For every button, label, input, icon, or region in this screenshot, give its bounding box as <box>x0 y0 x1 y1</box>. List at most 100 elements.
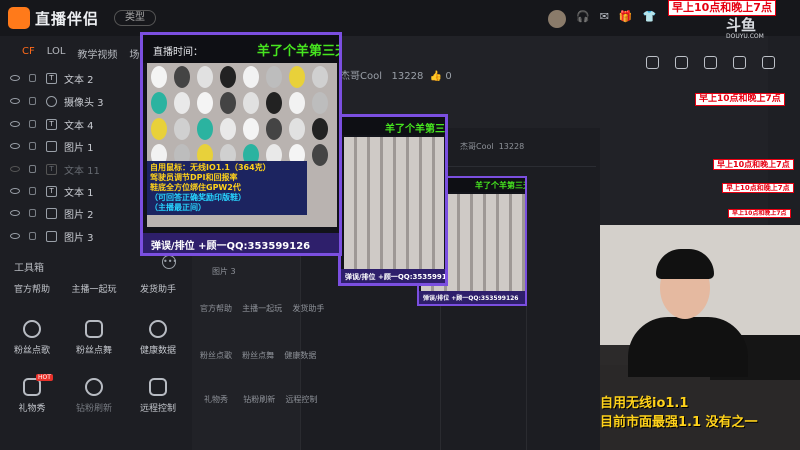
mouse-product <box>243 92 259 114</box>
mouse-product <box>151 66 167 88</box>
eye-off-icon[interactable] <box>10 166 20 172</box>
eye-icon[interactable] <box>10 75 20 81</box>
tool-play-together[interactable]: 主播一起玩 <box>62 282 126 295</box>
mouse-product <box>220 66 236 88</box>
tool-official-help[interactable]: 官方帮助 <box>0 282 64 295</box>
scene-tabs: CF LOL 教学视频 场景 <box>22 46 149 61</box>
lock-icon[interactable] <box>29 142 36 150</box>
ticker-5: 早上10点和晚上7点 <box>728 209 791 218</box>
text-layer-icon: T <box>46 72 57 84</box>
gear-icon[interactable] <box>762 56 775 69</box>
tab-lol[interactable]: LOL <box>47 46 66 61</box>
eye-icon[interactable] <box>10 188 20 194</box>
dance-icon <box>85 320 103 338</box>
fans-info: 杰哥Cool 13228 👍 0 <box>340 71 452 82</box>
mouse-product <box>243 118 259 140</box>
mouse-product <box>266 118 282 140</box>
monitor-icon <box>149 378 167 396</box>
tool-gift-show[interactable]: HOT 礼物秀 <box>0 374 64 414</box>
tool-remote-control[interactable]: 远程控制 <box>126 378 190 414</box>
mouse-product <box>243 66 259 88</box>
mouse-product <box>197 92 213 114</box>
more-icon[interactable]: ••• <box>162 255 177 269</box>
echo-tool-row1: 官方帮助 主播一起玩 发货助手 <box>200 304 325 313</box>
mouse-product <box>174 118 190 140</box>
text-layer-icon: T <box>46 185 57 197</box>
tool-fan-song[interactable]: 粉丝点歌 <box>0 320 64 356</box>
mouse-product <box>151 118 167 140</box>
mouse-product <box>312 92 328 114</box>
mouse-product <box>312 144 328 166</box>
eye-icon[interactable] <box>10 233 20 239</box>
mouse-product <box>174 92 190 114</box>
mouse-product <box>197 118 213 140</box>
window-icon[interactable] <box>704 56 717 69</box>
lock-icon[interactable] <box>29 120 36 128</box>
lock-icon[interactable] <box>29 74 36 82</box>
gift-icon[interactable]: 🎁 <box>619 10 633 28</box>
right-toolbar <box>646 56 775 69</box>
image-layer-icon <box>46 230 57 242</box>
text-layer-icon: T <box>46 118 57 130</box>
card-footer: 弹误/排位 +顾一QQ:353599126 <box>143 233 339 253</box>
app-window: 杰哥Cool 13228 图片 3 官方帮助 主播一起玩 发货助手 粉丝点歌 粉… <box>0 0 800 450</box>
tool-fan-refresh[interactable]: 钻粉刷新 <box>62 378 126 414</box>
tool-fan-dance[interactable]: 粉丝点舞 <box>62 320 126 356</box>
ticker-2: 早上10点和晚上7点 <box>695 93 785 106</box>
lock-icon[interactable] <box>29 165 36 173</box>
mouse-product <box>289 118 305 140</box>
echo-tool-row3: 礼物秀 钻粉刷新 远程控制 <box>204 395 318 404</box>
echo-panel-3 <box>526 232 600 450</box>
ticker-1: 早上10点和晚上7点 <box>668 0 776 16</box>
headset-icon[interactable]: 🎧 <box>576 10 590 28</box>
card-description: 自用鼠标：无线IO1.1（364克） 驾驶员调节DPI和回报率 鞋底全方位绑住G… <box>147 161 307 215</box>
lock-icon[interactable] <box>29 187 36 195</box>
lock-icon[interactable] <box>29 209 36 217</box>
eye-icon[interactable] <box>10 98 20 104</box>
tab-tutorial[interactable]: 教学视频 <box>77 46 117 61</box>
lock-icon[interactable] <box>29 232 36 240</box>
type-button[interactable]: 类型 <box>114 10 156 26</box>
logo-icon <box>8 7 30 29</box>
card-title: 羊了个羊第三天 <box>257 44 342 59</box>
tool-health-data[interactable]: 健康数据 <box>126 320 190 356</box>
lock-icon[interactable] <box>29 97 36 105</box>
music-icon <box>23 320 41 338</box>
gift-box-icon[interactable] <box>646 56 659 69</box>
eye-icon[interactable] <box>10 210 20 216</box>
tool-shipping-helper[interactable]: 发货助手 <box>126 282 190 295</box>
mouse-product <box>220 92 236 114</box>
toolbox-title: 工具箱 <box>14 263 44 274</box>
ticker-4: 早上10点和晚上7点 <box>722 183 794 193</box>
mouse-product <box>289 92 305 114</box>
text-layer-icon: T <box>46 163 57 175</box>
image-layer-icon <box>46 207 57 219</box>
tab-cf[interactable]: CF <box>22 46 35 61</box>
mouse-product <box>266 66 282 88</box>
camera-layer-icon <box>46 95 57 107</box>
douyu-logo: 斗鱼 DOUYU.COM <box>726 16 764 40</box>
hot-badge: HOT <box>36 374 53 381</box>
cam-caption-2: 目前市面最强1.1 没有之一 <box>600 415 758 430</box>
unlock-icon[interactable] <box>675 56 688 69</box>
download-icon <box>85 378 103 396</box>
overlay-card-2: 羊了个羊第三天 弹误/排位 +顾一QQ:353599126 <box>338 114 448 286</box>
top-icons: 🎧 ✉ 🎁 👕 <box>548 10 656 28</box>
mouse-product <box>289 66 305 88</box>
mail-icon[interactable]: ✉ <box>600 10 609 28</box>
echo-fans: 杰哥Cool 13228 <box>460 142 525 151</box>
eye-icon[interactable] <box>10 143 20 149</box>
image-layer-icon <box>46 140 57 152</box>
mouse-product <box>220 118 236 140</box>
eye-icon[interactable] <box>10 121 20 127</box>
mouse-product <box>174 66 190 88</box>
shirt-icon[interactable]: 👕 <box>643 10 657 28</box>
mouse-product <box>151 92 167 114</box>
ticker-3: 早上10点和晚上7点 <box>713 159 794 170</box>
mouse-product <box>312 66 328 88</box>
heart-icon <box>149 320 167 338</box>
bell-icon[interactable] <box>733 56 746 69</box>
user-avatar[interactable] <box>548 10 566 28</box>
live-time-label: 直播时间： <box>153 47 203 58</box>
echo-layer-name: 图片 3 <box>212 267 236 276</box>
